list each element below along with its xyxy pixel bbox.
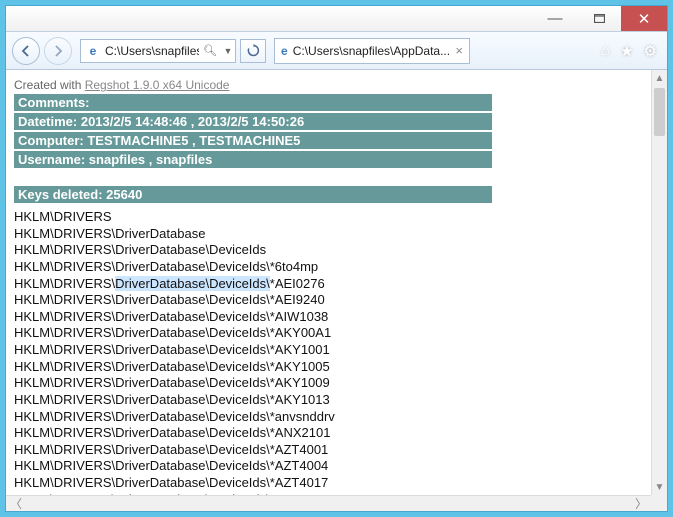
registry-key-row: HKLM\DRIVERS\DriverDatabase\DeviceIds\*a… — [14, 409, 643, 426]
registry-key-row: HKLM\DRIVERS\DriverDatabase\DeviceIds\*A… — [14, 475, 643, 492]
back-arrow-icon — [20, 45, 32, 57]
registry-keys-list: HKLM\DRIVERSHKLM\DRIVERS\DriverDatabaseH… — [14, 209, 643, 495]
browser-tab[interactable]: e C:\Users\snapfiles\AppData... × — [274, 38, 470, 64]
maximize-icon — [594, 14, 605, 23]
maximize-button[interactable] — [577, 6, 621, 31]
address-dropdown-icon[interactable]: ▼ — [221, 46, 235, 56]
computer-bar: Computer: TESTMACHINE5 , TESTMACHINE5 — [14, 132, 492, 149]
registry-key-row: HKLM\DRIVERS\DriverDatabase\DeviceIds\*A… — [14, 458, 643, 475]
forward-button[interactable] — [44, 37, 72, 65]
navigation-bar: e C:\Users\snapfiles\App 🔍︎ ▼ e C:\Users… — [6, 32, 667, 70]
content-area: Created with Regshot 1.9.0 x64 Unicode C… — [6, 70, 667, 511]
horizontal-scrollbar[interactable]: 〈 〉 — [6, 495, 651, 511]
registry-key-row: HKLM\DRIVERS\DriverDatabase\DeviceIds\*A… — [14, 392, 643, 409]
back-button[interactable] — [12, 37, 40, 65]
address-text: C:\Users\snapfiles\App — [105, 44, 199, 58]
registry-key-row: HKLM\DRIVERS\DriverDatabase\DeviceIds\*A… — [14, 425, 643, 442]
registry-key-row: HKLM\DRIVERS — [14, 209, 643, 226]
browser-window: — ✕ e C:\Users\snapfiles\App 🔍︎ ▼ e C:\U… — [5, 5, 668, 512]
window-titlebar: — ✕ — [6, 6, 667, 32]
datetime-bar: Datetime: 2013/2/5 14:48:46 , 2013/2/5 1… — [14, 113, 492, 130]
refresh-icon — [247, 44, 260, 57]
registry-key-row: HKLM\DRIVERS\DriverDatabase\DeviceIds\*6… — [14, 259, 643, 276]
address-bar[interactable]: e C:\Users\snapfiles\App 🔍︎ ▼ — [80, 39, 236, 63]
regshot-link[interactable]: Regshot 1.9.0 x64 Unicode — [85, 78, 230, 92]
registry-key-row: HKLM\DRIVERS\DriverDatabase\DeviceIds\*A… — [14, 309, 643, 326]
comments-bar: Comments: — [14, 94, 492, 111]
keys-deleted-bar: Keys deleted: 25640 — [14, 186, 492, 203]
vertical-scroll-thumb[interactable] — [654, 88, 665, 136]
report-page: Created with Regshot 1.9.0 x64 Unicode C… — [6, 70, 651, 495]
registry-key-row: HKLM\DRIVERS\DriverDatabase\DeviceIds\*A… — [14, 375, 643, 392]
created-with-line: Created with Regshot 1.9.0 x64 Unicode — [14, 78, 643, 92]
scroll-down-icon[interactable]: ▼ — [652, 479, 667, 495]
registry-key-row: HKLM\DRIVERS\DriverDatabase\DeviceIds\*A… — [14, 325, 643, 342]
scroll-left-icon[interactable]: 〈 — [10, 495, 22, 511]
scroll-right-icon[interactable]: 〉 — [635, 495, 647, 511]
ie-tab-icon: e — [281, 44, 288, 58]
favorites-icon[interactable]: ★ — [620, 42, 633, 60]
refresh-button[interactable] — [240, 39, 266, 63]
tab-close-icon[interactable]: × — [455, 43, 463, 58]
tab-title: C:\Users\snapfiles\AppData... — [293, 44, 450, 58]
registry-key-row: HKLM\DRIVERS\DriverDatabase\DeviceIds\*A… — [14, 276, 643, 293]
forward-arrow-icon — [52, 45, 64, 57]
ie-page-icon: e — [85, 43, 101, 59]
home-icon[interactable]: ⌂ — [601, 42, 610, 60]
scrollbar-corner — [651, 495, 667, 511]
registry-key-row: HKLM\DRIVERS\DriverDatabase — [14, 226, 643, 243]
registry-key-row: HKLM\DRIVERS\DriverDatabase\DeviceIds\*A… — [14, 442, 643, 459]
scroll-up-icon[interactable]: ▲ — [652, 70, 667, 86]
registry-key-row: HKLM\DRIVERS\DriverDatabase\DeviceIds\*A… — [14, 342, 643, 359]
close-button[interactable]: ✕ — [621, 6, 667, 31]
registry-key-row: HKLM\DRIVERS\DriverDatabase\DeviceIds — [14, 242, 643, 259]
username-bar: Username: snapfiles , snapfiles — [14, 151, 492, 168]
minimize-button[interactable]: — — [533, 6, 577, 31]
registry-key-row: HKLM\DRIVERS\DriverDatabase\DeviceIds\*A… — [14, 292, 643, 309]
vertical-scrollbar[interactable]: ▲ ▼ — [651, 70, 667, 495]
toolbar-right: ⌂ ★ ⚙︎ — [601, 42, 661, 60]
search-icon[interactable]: 🔍︎ — [199, 44, 221, 57]
created-prefix: Created with — [14, 78, 85, 92]
registry-key-row: HKLM\DRIVERS\DriverDatabase\DeviceIds\*A… — [14, 359, 643, 376]
settings-gear-icon[interactable]: ⚙︎ — [644, 42, 657, 60]
